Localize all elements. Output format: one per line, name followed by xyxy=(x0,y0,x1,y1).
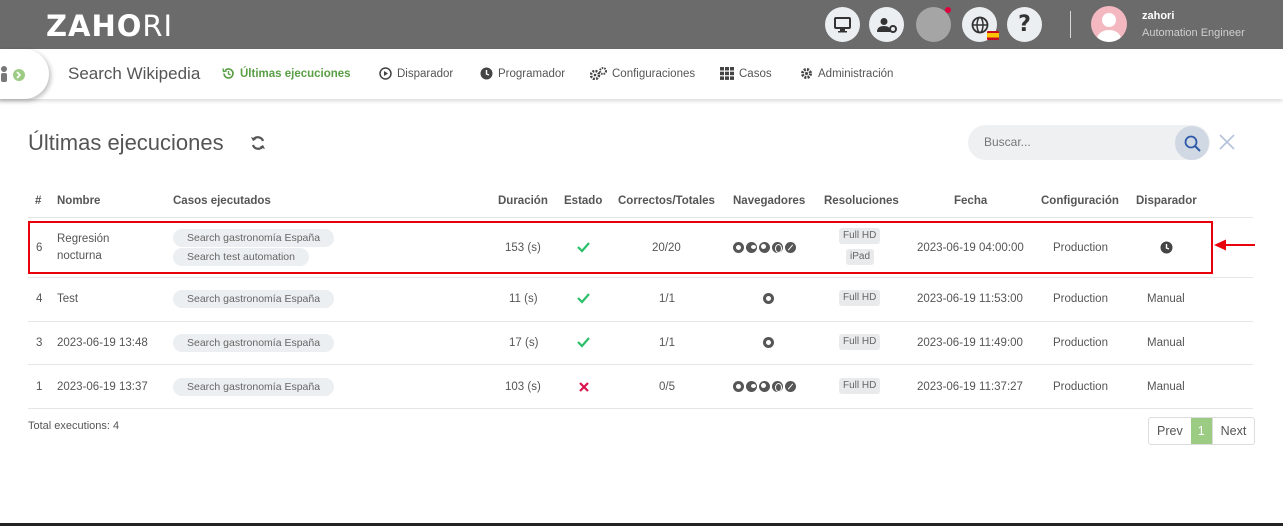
row-duration: 11 (s) xyxy=(509,293,538,305)
resolution-badge: Full HD xyxy=(839,334,881,350)
col-header-correctos: Correctos/Totales xyxy=(618,195,715,207)
row-ratio: 0/5 xyxy=(659,381,675,393)
check-icon xyxy=(577,337,590,348)
case-pill: Search gastronomía España xyxy=(173,290,335,308)
user-role: Automation Engineer xyxy=(1142,27,1245,39)
tab-administracion[interactable]: Administración xyxy=(800,67,893,80)
col-header-configuracion: Configuración xyxy=(1041,195,1119,207)
opera-icon xyxy=(772,381,783,392)
divider xyxy=(28,364,1253,365)
case-pill: Search gastronomía España xyxy=(173,334,335,352)
user-name: zahori xyxy=(1142,10,1175,22)
row-config: Production xyxy=(1053,293,1108,305)
avatar[interactable] xyxy=(1091,6,1127,42)
browser-list xyxy=(763,337,774,348)
divider xyxy=(28,408,1253,409)
spain-flag-icon xyxy=(987,31,999,40)
row-duration: 103 (s) xyxy=(505,381,541,393)
row-config: Production xyxy=(1053,381,1108,393)
row-ratio: 1/1 xyxy=(659,337,675,349)
pagination: Prev 1 Next xyxy=(1148,417,1256,445)
prev-button[interactable]: Prev xyxy=(1149,418,1191,444)
tab-casos[interactable]: Casos xyxy=(720,67,772,80)
next-button[interactable]: Next xyxy=(1211,418,1255,444)
search-button[interactable] xyxy=(1175,126,1209,160)
col-header-resoluciones: Resoluciones xyxy=(824,195,899,207)
safari-icon xyxy=(785,381,796,392)
col-header-nombre[interactable]: Nombre xyxy=(57,195,100,207)
clock-icon xyxy=(480,67,493,80)
case-pill: Search gastronomía España xyxy=(173,378,335,396)
grid-icon xyxy=(720,67,734,80)
row-config: Production xyxy=(1053,337,1108,349)
col-header-fecha[interactable]: Fecha xyxy=(954,195,987,207)
row-date: 2023-06-19 11:49:00 xyxy=(917,337,1023,349)
col-header-duracion[interactable]: Duración xyxy=(498,195,548,207)
col-header-casos: Casos ejecutados xyxy=(173,195,271,207)
divider xyxy=(28,321,1253,322)
resolution-badge: Full HD xyxy=(839,378,881,394)
sidebar-toggle[interactable] xyxy=(0,49,49,99)
search-input[interactable] xyxy=(984,135,1164,149)
row-name: 2023-06-19 13:37 xyxy=(57,381,148,393)
page-title: Últimas ejecuciones xyxy=(28,130,224,155)
tab-ultimas-ejecuciones[interactable]: Últimas ejecuciones xyxy=(222,67,351,80)
row-ratio: 1/1 xyxy=(659,293,675,305)
col-header-estado[interactable]: Estado xyxy=(564,195,602,207)
gear-icon xyxy=(801,68,812,79)
tab-disparador[interactable]: Disparador xyxy=(379,67,453,80)
edge-icon xyxy=(746,381,757,392)
row-trigger: Manual xyxy=(1147,381,1185,393)
close-icon[interactable] xyxy=(1218,133,1236,156)
refresh-icon[interactable] xyxy=(250,135,266,156)
play-icon xyxy=(379,67,392,80)
firefox-icon xyxy=(759,381,770,392)
gears-icon xyxy=(590,67,607,80)
monitor-icon[interactable] xyxy=(825,7,860,42)
page-1-button[interactable]: 1 xyxy=(1190,418,1212,444)
row-trigger: Manual xyxy=(1147,293,1185,305)
divider xyxy=(28,217,1253,218)
row-id: 3 xyxy=(36,337,43,349)
total-executions: Total executions: 4 xyxy=(28,420,120,432)
col-header-id: # xyxy=(35,195,42,207)
language-icon[interactable] xyxy=(962,7,999,42)
user-settings-icon[interactable] xyxy=(869,7,904,42)
notification-dot xyxy=(945,7,951,13)
row-trigger: Manual xyxy=(1147,337,1185,349)
row-name: Test xyxy=(57,293,79,305)
col-header-disparador: Disparador xyxy=(1136,195,1197,207)
row-date: 2023-06-19 11:37:27 xyxy=(917,381,1023,393)
help-icon[interactable]: ? xyxy=(1007,7,1042,42)
search-box xyxy=(968,125,1210,160)
app-logo[interactable]: ZAHORI xyxy=(46,9,173,43)
tab-configuraciones[interactable]: Configuraciones xyxy=(590,67,695,80)
check-icon xyxy=(577,293,590,304)
history-icon xyxy=(222,68,234,79)
divider xyxy=(1070,11,1071,38)
search-icon xyxy=(1184,135,1201,152)
notifications-icon[interactable] xyxy=(916,7,951,42)
chrome-icon xyxy=(763,293,774,304)
col-header-navegadores: Navegadores xyxy=(733,195,806,207)
row-date: 2023-06-19 11:53:00 xyxy=(917,293,1023,305)
browser-list xyxy=(763,293,774,304)
row-id: 1 xyxy=(36,381,43,393)
divider xyxy=(28,277,1253,278)
row-id: 4 xyxy=(36,293,43,305)
tab-programador[interactable]: Programador xyxy=(480,67,565,80)
cross-icon xyxy=(579,382,589,392)
process-title: Search Wikipedia xyxy=(68,64,201,83)
highlight-box xyxy=(28,221,1213,274)
browser-list xyxy=(733,381,796,392)
row-duration: 17 (s) xyxy=(509,337,539,349)
chrome-icon xyxy=(733,381,744,392)
chrome-icon xyxy=(763,337,774,348)
resolution-badge: Full HD xyxy=(839,290,881,306)
arrow-icon xyxy=(1214,239,1255,251)
top-bar: ZAHORI ? zahori Automation Engineer xyxy=(0,0,1283,49)
row-name: 2023-06-19 13:48 xyxy=(57,337,148,349)
